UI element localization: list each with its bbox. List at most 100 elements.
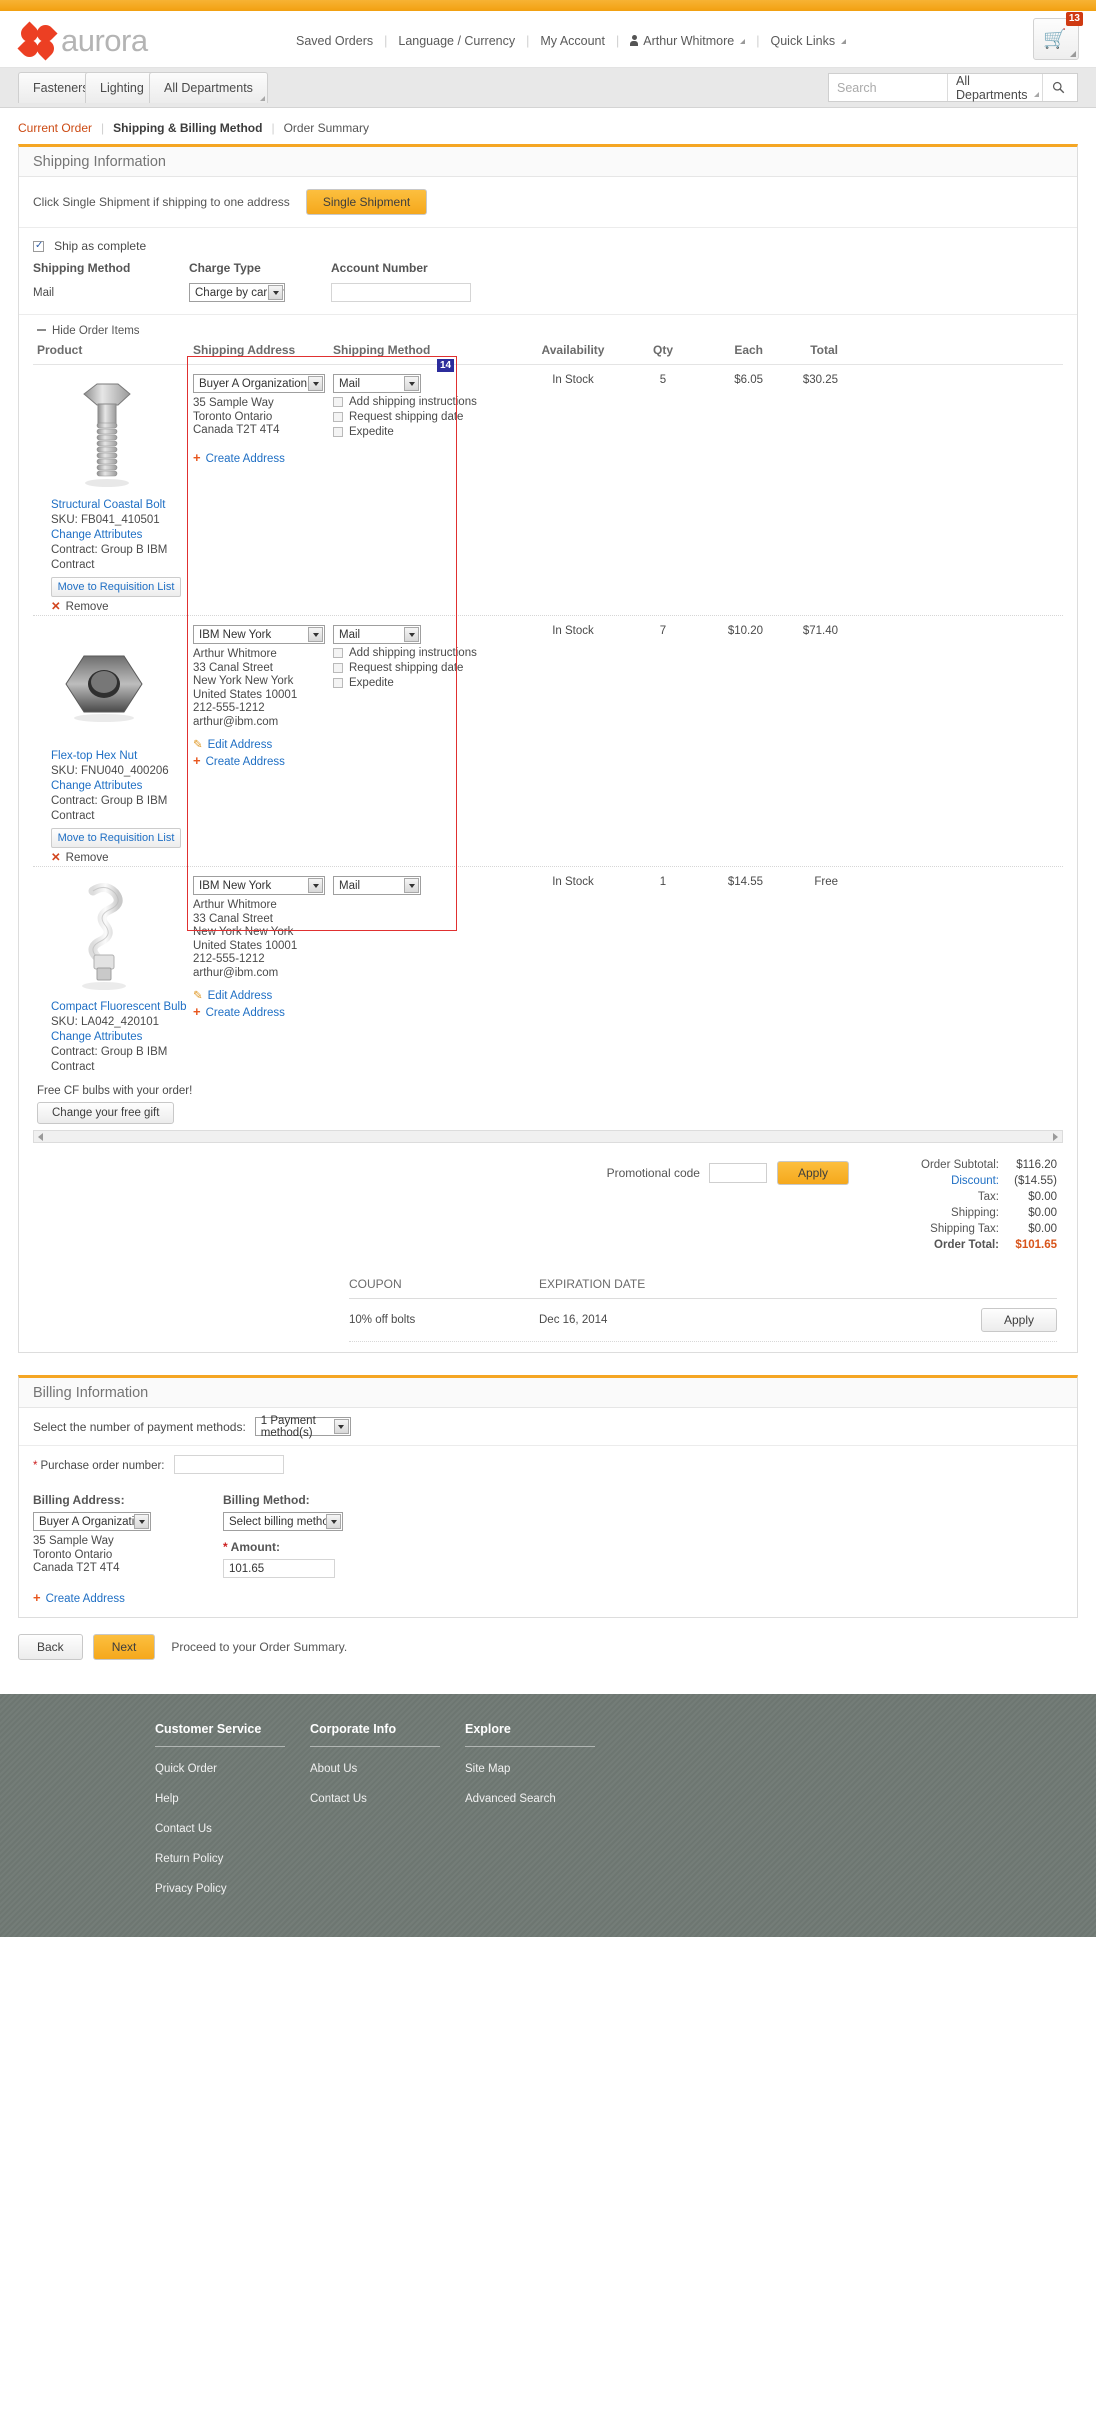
promo-apply-button[interactable]: Apply bbox=[776, 1161, 849, 1185]
mini-cart-button[interactable]: 🛒 13 bbox=[1033, 12, 1083, 60]
purchase-order-input[interactable] bbox=[173, 1455, 284, 1474]
scroll-left-arrow-icon[interactable] bbox=[38, 1133, 43, 1141]
product-name-link[interactable]: Structural Coastal Bolt bbox=[51, 499, 165, 511]
shipping-address-select[interactable]: IBM New York bbox=[193, 876, 325, 895]
purchase-order-row: * Purchase order number: bbox=[19, 1446, 1077, 1483]
ship-as-complete-checkbox[interactable] bbox=[33, 240, 44, 252]
top-nav-label: Saved Orders bbox=[296, 34, 374, 48]
create-address-link[interactable]: Create Address bbox=[206, 1007, 285, 1019]
shipping-option-checkbox[interactable] bbox=[333, 678, 343, 688]
create-address-row[interactable]: + Create Address bbox=[193, 753, 333, 768]
account-number-input[interactable] bbox=[331, 283, 471, 302]
top-nav-item[interactable]: Arthur Whitmore bbox=[619, 34, 756, 48]
product-cell: Compact Fluorescent Bulb SKU: LA042_42010… bbox=[33, 876, 193, 1075]
each-price-cell: $6.05 bbox=[734, 374, 763, 386]
product-name-link[interactable]: Flex-top Hex Nut bbox=[51, 750, 137, 762]
product-cell: Flex-top Hex Nut SKU: FNU040_400206 Change… bbox=[33, 625, 193, 866]
promo-code-input[interactable] bbox=[708, 1163, 767, 1183]
item-shipping-method-select[interactable]: Mail bbox=[333, 625, 421, 644]
site-logo[interactable]: aurora bbox=[17, 21, 148, 61]
breadcrumb-order-summary[interactable]: Order Summary bbox=[277, 121, 376, 135]
payment-methods-select[interactable]: 1 Payment method(s) bbox=[254, 1415, 351, 1439]
chevron-down-icon bbox=[308, 376, 323, 391]
hex-nut-icon bbox=[51, 625, 159, 743]
shipping-address-select[interactable]: IBM New York bbox=[193, 625, 325, 644]
horizontal-scrollbar[interactable] bbox=[33, 1130, 1063, 1143]
amount-input[interactable] bbox=[223, 1559, 335, 1578]
shipping-option-row[interactable]: Request shipping date bbox=[333, 411, 513, 423]
change-attributes-link[interactable]: Change Attributes bbox=[51, 1031, 142, 1043]
dept-tab-lighting[interactable]: Lighting bbox=[85, 72, 159, 103]
billing-address-select[interactable]: Buyer A Organization bbox=[33, 1512, 151, 1531]
billing-create-address-link[interactable]: Create Address bbox=[46, 1593, 125, 1605]
breadcrumb-current-order[interactable]: Current Order bbox=[18, 121, 99, 135]
top-nav-item[interactable]: Language / Currency bbox=[387, 34, 526, 48]
footer-link[interactable]: Site Map bbox=[465, 1763, 620, 1775]
remove-item-row[interactable]: ✕ Remove bbox=[51, 600, 193, 615]
top-nav-item[interactable]: My Account bbox=[529, 34, 616, 48]
charge-type-select[interactable]: Charge by carrier bbox=[189, 283, 285, 302]
footer-link[interactable]: Contact Us bbox=[155, 1823, 310, 1835]
scroll-right-arrow-icon[interactable] bbox=[1053, 1133, 1058, 1141]
shipping-option-row[interactable]: Request shipping date bbox=[333, 662, 513, 674]
shipping-option-checkbox[interactable] bbox=[333, 427, 343, 437]
dept-tab-all-departments[interactable]: All Departments bbox=[149, 72, 268, 103]
create-address-row[interactable]: + Create Address bbox=[193, 450, 333, 465]
remove-item-row[interactable]: ✕ Remove bbox=[51, 851, 193, 866]
footer-link[interactable]: Help bbox=[155, 1793, 310, 1805]
item-shipping-method-select[interactable]: Mail bbox=[333, 876, 421, 895]
edit-address-row[interactable]: ✎ Edit Address bbox=[193, 737, 333, 751]
footer-link[interactable]: Contact Us bbox=[310, 1793, 465, 1805]
totals-row: Shipping: $0.00 bbox=[889, 1205, 1057, 1221]
create-address-row[interactable]: + Create Address bbox=[193, 1004, 333, 1019]
shipping-option-row[interactable]: Add shipping instructions bbox=[333, 647, 513, 659]
shipping-option-checkbox[interactable] bbox=[333, 397, 343, 407]
totals-row: Order Total: $101.65 bbox=[889, 1237, 1057, 1253]
create-address-link[interactable]: Create Address bbox=[206, 756, 285, 768]
shipping-address-select[interactable]: Buyer A Organization bbox=[193, 374, 325, 393]
order-items-table: Product Shipping Address Shipping Method… bbox=[33, 343, 1063, 1075]
move-to-requisition-button[interactable]: Move to Requisition List bbox=[51, 577, 181, 597]
top-nav-item[interactable]: Saved Orders bbox=[285, 34, 384, 48]
footer-link[interactable]: About Us bbox=[310, 1763, 465, 1775]
hide-order-items-toggle[interactable]: Hide Order Items bbox=[19, 315, 1077, 343]
back-button[interactable]: Back bbox=[18, 1634, 83, 1660]
billing-address-line: Toronto Ontario bbox=[33, 1548, 113, 1561]
totals-value: $0.00 bbox=[1028, 1223, 1057, 1235]
shipping-option-checkbox[interactable] bbox=[333, 648, 343, 658]
shipping-option-checkbox[interactable] bbox=[333, 663, 343, 673]
chevron-down-icon bbox=[404, 627, 419, 642]
shipping-option-row[interactable]: Expedite bbox=[333, 677, 513, 689]
search-input[interactable] bbox=[829, 74, 947, 101]
create-address-link[interactable]: Create Address bbox=[206, 453, 285, 465]
edit-address-row[interactable]: ✎ Edit Address bbox=[193, 988, 333, 1002]
single-shipment-button[interactable]: Single Shipment bbox=[305, 189, 428, 215]
edit-address-link[interactable]: Edit Address bbox=[208, 990, 273, 1002]
ship-as-complete-label: Ship as complete bbox=[54, 239, 147, 253]
search-submit-button[interactable] bbox=[1042, 74, 1074, 101]
footer-link[interactable]: Quick Order bbox=[155, 1763, 310, 1775]
shipping-option-row[interactable]: Expedite bbox=[333, 426, 513, 438]
shipping-option-row[interactable]: Add shipping instructions bbox=[333, 396, 513, 408]
shipping-method-value: Mail bbox=[33, 286, 55, 299]
search-scope-dropdown[interactable]: All Departments bbox=[947, 74, 1042, 102]
each-price-cell: $14.55 bbox=[727, 876, 763, 888]
move-to-requisition-button[interactable]: Move to Requisition List bbox=[51, 828, 181, 848]
edit-address-link[interactable]: Edit Address bbox=[208, 739, 273, 751]
footer-link[interactable]: Return Policy bbox=[155, 1853, 310, 1865]
chevron-down-icon bbox=[268, 285, 283, 300]
footer-link[interactable]: Advanced Search bbox=[465, 1793, 620, 1805]
coupon-header-row: COUPON EXPIRATION DATE bbox=[349, 1277, 1057, 1299]
footer-link[interactable]: Privacy Policy bbox=[155, 1883, 310, 1895]
change-attributes-link[interactable]: Change Attributes bbox=[51, 780, 142, 792]
top-nav-item[interactable]: Quick Links bbox=[760, 34, 858, 48]
next-button[interactable]: Next bbox=[92, 1634, 156, 1660]
change-free-gift-button[interactable]: Change your free gift bbox=[37, 1102, 175, 1124]
billing-method-select[interactable]: Select billing method bbox=[223, 1512, 343, 1531]
change-attributes-link[interactable]: Change Attributes bbox=[51, 529, 142, 541]
amount-label-wrap: * Amount: bbox=[223, 1540, 343, 1554]
item-shipping-method-select[interactable]: Mail bbox=[333, 374, 421, 393]
coupon-apply-button[interactable]: Apply bbox=[980, 1308, 1057, 1332]
shipping-option-checkbox[interactable] bbox=[333, 412, 343, 422]
product-name-link[interactable]: Compact Fluorescent Bulb bbox=[51, 1001, 187, 1013]
